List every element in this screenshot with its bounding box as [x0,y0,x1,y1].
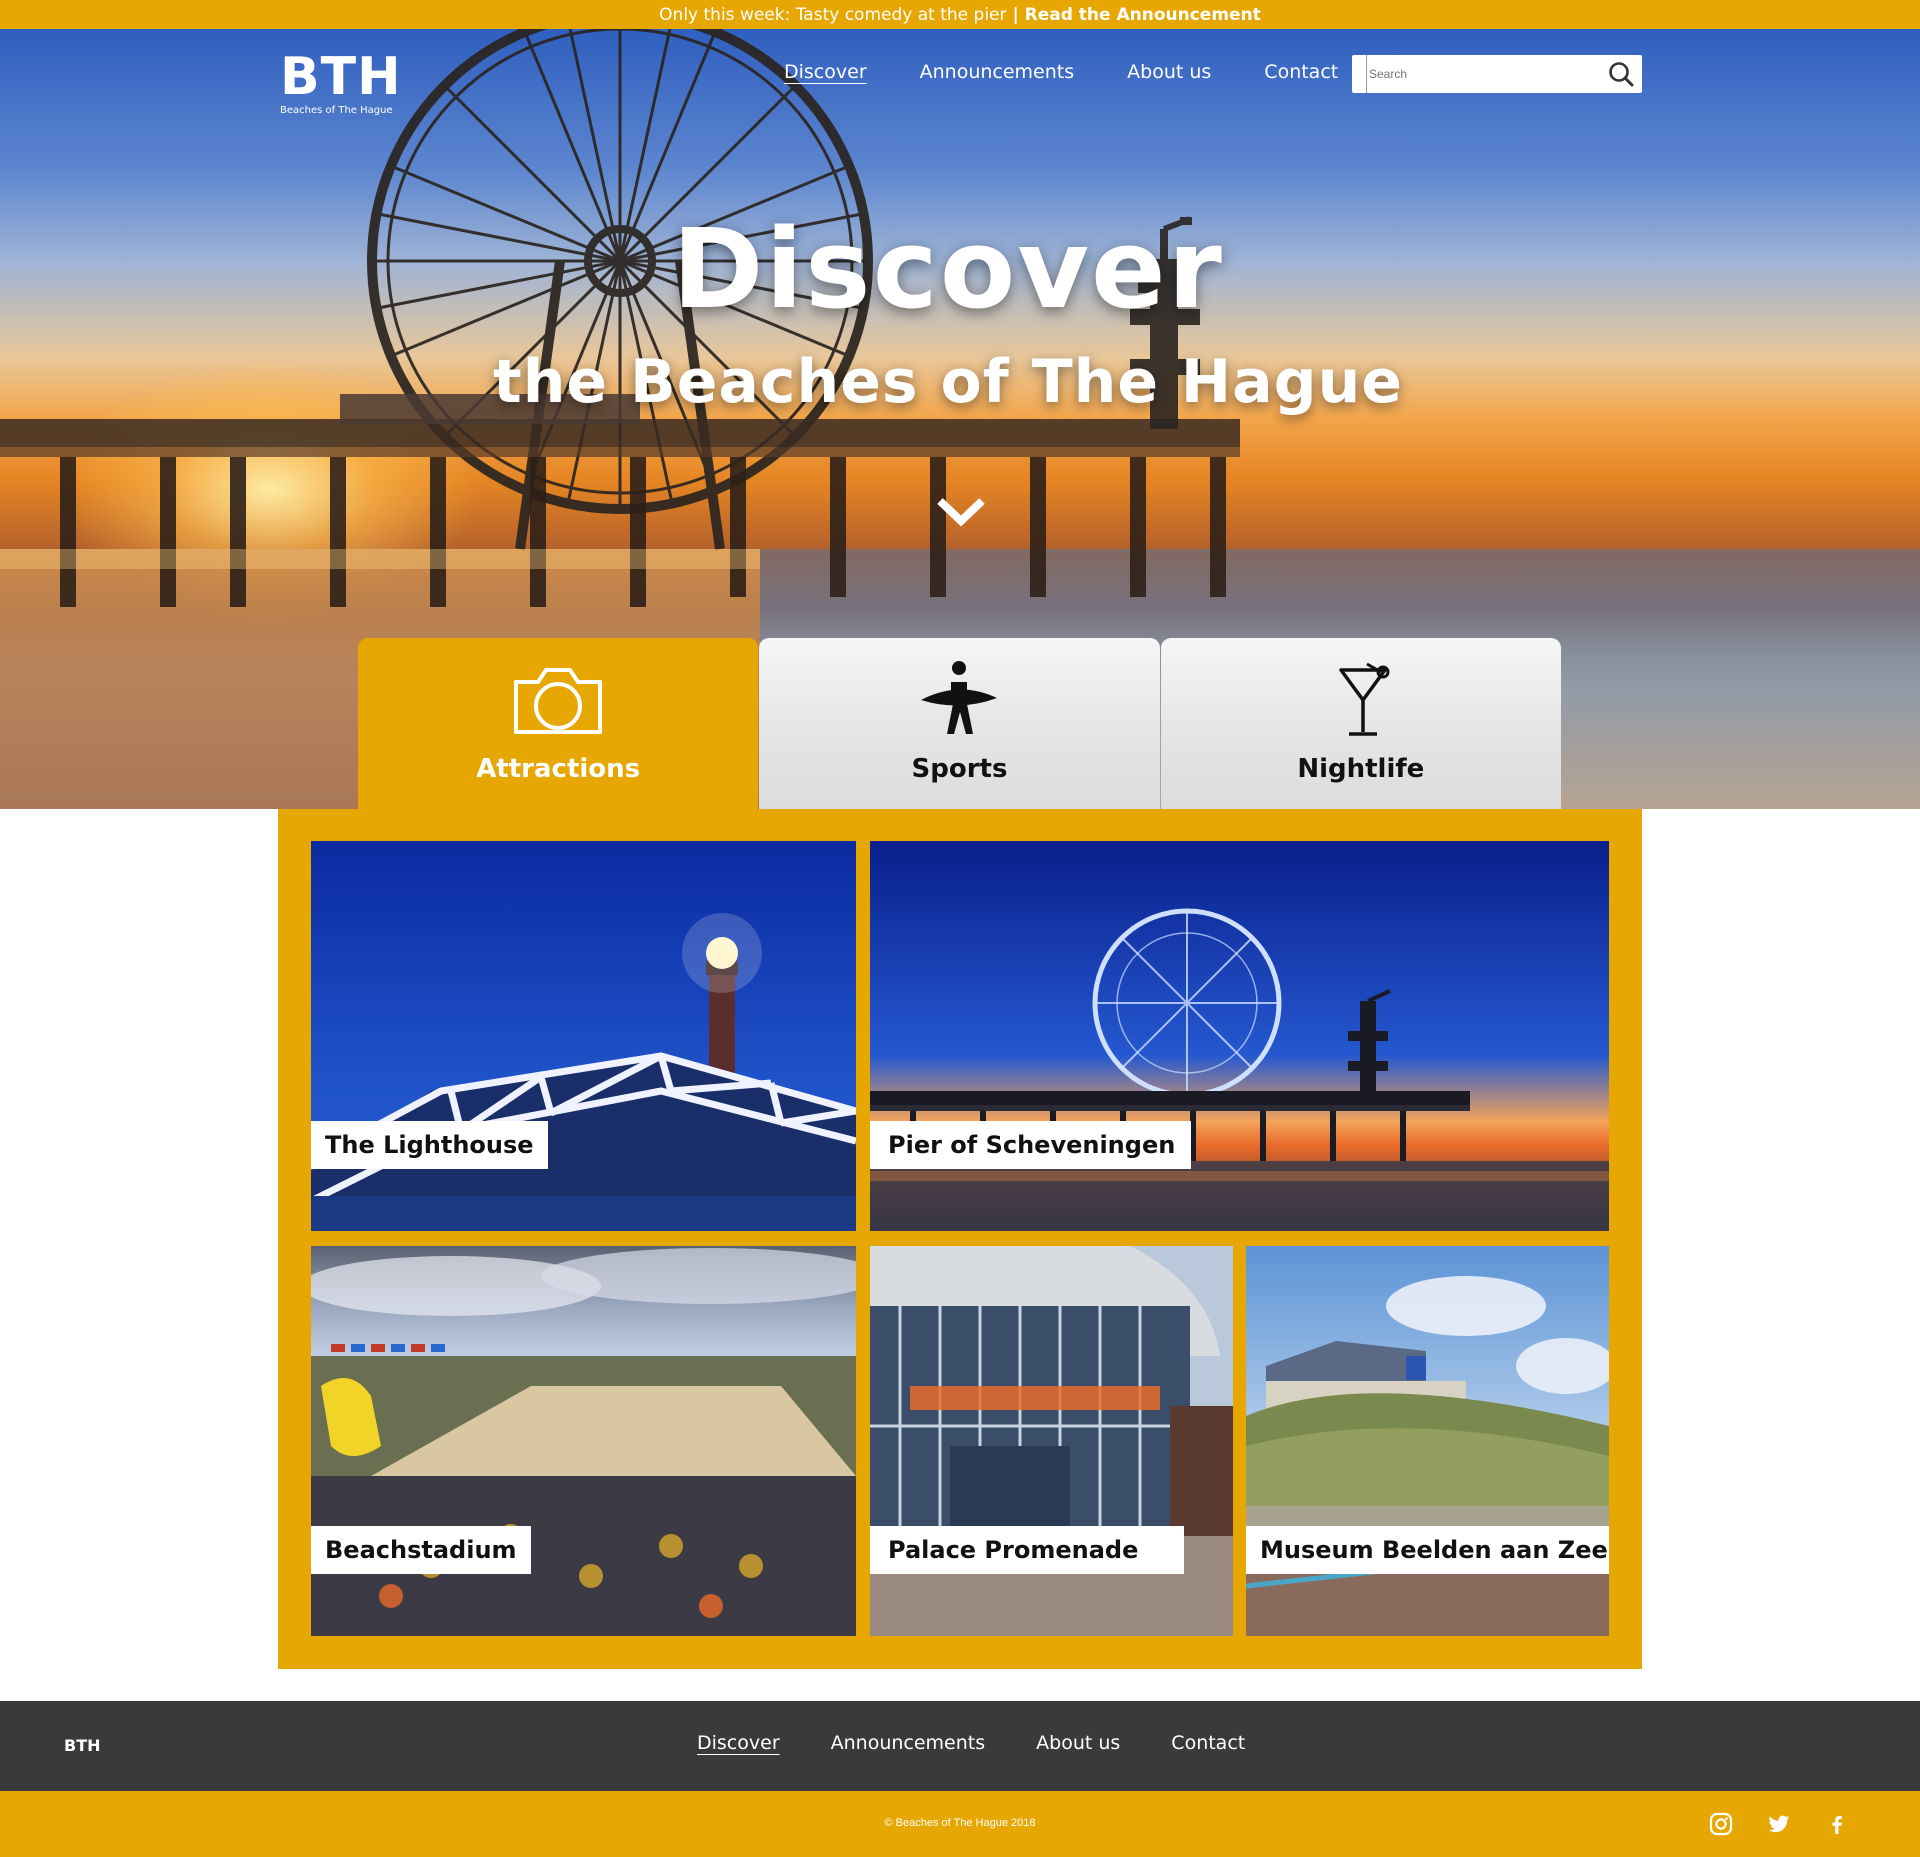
footer-nav-discover[interactable]: Discover [697,1732,780,1754]
read-announcement-link[interactable]: | Read the Announcement [1013,5,1261,25]
attraction-label: Beachstadium [311,1526,531,1574]
attraction-card-pier[interactable]: Pier of Scheveningen [870,841,1609,1231]
nav-item-about-us[interactable]: About us [1127,61,1211,83]
twitter-icon[interactable] [1766,1811,1792,1837]
logo-mark: BTH [280,47,402,107]
tab-nightlife[interactable]: Nightlife [1160,638,1561,809]
lighthouse-photo [311,841,856,1231]
attraction-card-museum[interactable]: Museum Beelden aan Zee [1246,1246,1609,1636]
tab-sports[interactable]: Sports [759,638,1160,809]
footer-brand[interactable]: BTH [64,1736,101,1755]
attraction-label: Museum Beelden aan Zee [1246,1526,1609,1574]
attraction-card-lighthouse[interactable]: The Lighthouse [311,841,856,1231]
tab-label: Attractions [476,754,641,784]
facebook-icon[interactable] [1824,1811,1850,1837]
cocktail-icon [1339,662,1390,736]
search-box [1352,55,1642,93]
site-logo[interactable]: BTH Beaches of The Hague [280,51,402,116]
main-nav: Discover Announcements About us Contact [784,61,1391,83]
attraction-card-beachstadium[interactable]: Beachstadium [311,1246,856,1636]
hero-title: Discover [672,205,1224,333]
search-input[interactable] [1366,55,1606,93]
footer-nav-contact[interactable]: Contact [1171,1732,1245,1754]
palace-promenade-photo [870,1246,1233,1636]
attraction-card-palace-promenade[interactable]: Palace Promenade [870,1246,1233,1636]
footer-nav-bar: BTH Discover Announcements About us Cont… [0,1701,1920,1791]
instagram-icon[interactable] [1708,1811,1734,1837]
announcement-bar: Only this week: Tasty comedy at the pier… [0,0,1920,29]
copyright-text: © Beaches of The Hague 2018 [884,1817,1036,1829]
pier-photo [870,841,1609,1231]
nav-item-discover[interactable]: Discover [784,61,867,83]
tab-label: Nightlife [1297,754,1425,784]
footer-nav-about-us[interactable]: About us [1036,1732,1120,1754]
beachstadium-photo [311,1246,856,1636]
attraction-label: Pier of Scheveningen [870,1121,1192,1169]
chevron-down-icon[interactable] [936,495,986,527]
hero-subtitle: the Beaches of The Hague [493,347,1403,417]
camera-icon [514,668,603,734]
tab-label: Sports [911,754,1008,784]
nav-item-announcements[interactable]: Announcements [920,61,1075,83]
attractions-panel: The Lighthouse Pier of Scheveningen Beac… [278,809,1642,1669]
logo-subtitle: Beaches of The Hague [280,105,393,116]
nav-item-contact[interactable]: Contact [1264,61,1338,83]
tab-attractions[interactable]: Attractions [358,638,759,809]
social-links [1708,1811,1850,1837]
attraction-label: The Lighthouse [311,1121,548,1169]
footer-nav: Discover Announcements About us Contact [697,1732,1296,1754]
footer-nav-announcements[interactable]: Announcements [831,1732,986,1754]
museum-photo [1246,1246,1609,1636]
surfer-icon [921,661,998,734]
attraction-label: Palace Promenade [870,1526,1185,1574]
announcement-text: Only this week: Tasty comedy at the pier [659,4,1007,25]
category-tabs: Attractions Sports Nightlife [358,638,1562,809]
search-icon[interactable] [1608,61,1634,87]
footer-bottom: © Beaches of The Hague 2018 [0,1791,1920,1857]
